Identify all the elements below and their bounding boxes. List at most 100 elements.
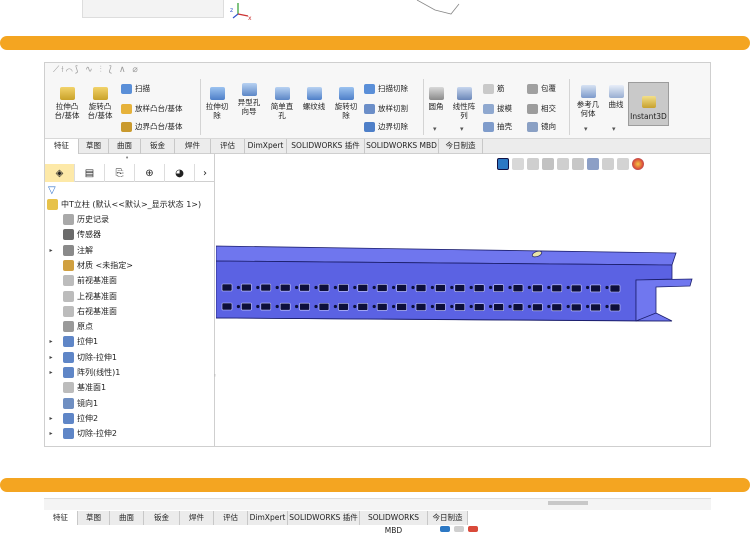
top-plane-icon — [63, 290, 74, 302]
tab-solidworks-addins[interactable]: SOLIDWORKS 插件 — [287, 139, 365, 154]
bottom-zoom-icon[interactable] — [440, 526, 450, 532]
bottom-tab-evaluate[interactable]: 评估 — [214, 511, 248, 525]
tab-sheet-metal[interactable]: 钣金 — [141, 139, 175, 154]
zoom-area-icon[interactable] — [512, 157, 524, 170]
thread-button[interactable]: 螺纹线 — [299, 87, 329, 111]
feature-tree-tab-icon[interactable]: ◈ — [45, 164, 75, 182]
bottom-tab-surfaces[interactable]: 曲面 — [110, 511, 144, 525]
dynamic-annotation-icon[interactable] — [557, 157, 569, 170]
part-hole — [411, 285, 415, 290]
shell-button[interactable]: 抽壳 — [483, 121, 512, 132]
hide-show-items-icon[interactable] — [602, 157, 614, 170]
pattern-dropdown-icon[interactable]: ▾ — [460, 125, 464, 133]
view-orientation-icon[interactable] — [572, 157, 584, 170]
boundary-boss-button[interactable]: 边界凸台/基体 — [121, 121, 183, 132]
curves-button[interactable]: 曲线 — [604, 85, 628, 109]
bottom-tab-features[interactable]: 特征 — [44, 511, 78, 525]
property-manager-tab-icon[interactable]: ▤ — [75, 164, 105, 182]
draft-button[interactable]: 拔模 — [483, 103, 512, 114]
tree-item-sensors[interactable]: 传感器 — [47, 227, 101, 242]
bottom-view-icon[interactable] — [454, 526, 464, 532]
tree-item-material[interactable]: 材质 <未指定> — [47, 258, 133, 273]
instant3d-button[interactable]: Instant3D — [628, 82, 669, 126]
display-style-icon[interactable] — [587, 157, 599, 170]
tree-item-extrude2[interactable]: ▸ 拉伸2 — [47, 411, 98, 426]
filter-icon[interactable]: ▽ — [48, 185, 56, 196]
part-hole — [430, 285, 434, 290]
hole-wizard-button[interactable]: 异型孔 向导 — [232, 83, 266, 116]
tree-item-history[interactable]: 历史记录 — [47, 212, 109, 227]
extrude-cut-button[interactable]: 拉伸切 除 — [202, 87, 232, 120]
tree-item-front-plane[interactable]: 前视基准面 — [47, 273, 117, 288]
fillet-dropdown-icon[interactable]: ▾ — [433, 125, 437, 133]
tab-weldments[interactable]: 焊件 — [175, 139, 211, 154]
expand-tabs-icon[interactable]: › — [195, 164, 215, 182]
bottom-scene-icon[interactable] — [468, 526, 478, 532]
configuration-manager-tab-icon[interactable]: ⎘ — [105, 164, 135, 182]
rib-button[interactable]: 筋 — [483, 83, 505, 94]
wrap-button[interactable]: 包覆 — [527, 83, 556, 94]
expand-arrow-icon[interactable]: ▸ — [47, 365, 55, 380]
expand-arrow-icon[interactable]: ▸ — [47, 411, 55, 426]
expand-arrow-icon[interactable]: ▸ — [47, 243, 55, 258]
section-view-icon[interactable] — [542, 157, 554, 170]
triad-icon: z x — [230, 3, 252, 22]
graphics-area[interactable] — [215, 172, 710, 446]
swept-cut-button[interactable]: 扫描切除 — [364, 83, 408, 94]
zoom-to-fit-icon[interactable] — [497, 157, 509, 170]
tab-manufacturing[interactable]: 今日制造 — [439, 139, 483, 154]
reference-geometry-label: 参考几 何体 — [576, 100, 600, 118]
tree-item-plane1[interactable]: 基准面1 — [47, 380, 106, 395]
expand-arrow-icon[interactable]: ▸ — [47, 426, 55, 441]
previous-view-icon[interactable] — [527, 157, 539, 170]
mirror-button[interactable]: 镜向 — [527, 121, 556, 132]
tree-item-right-plane[interactable]: 右视基准面 — [47, 304, 117, 319]
loft-boss-button[interactable]: 放样凸台/基体 — [121, 103, 183, 114]
part-icon — [47, 199, 58, 210]
linear-pattern-button[interactable]: 线性阵 列 — [449, 87, 479, 120]
bottom-tab-sheet-metal[interactable]: 钣金 — [144, 511, 180, 525]
tree-item-linear-pattern1[interactable]: ▸ 阵列(线性)1 — [47, 365, 120, 380]
sweep-button[interactable]: 扫描 — [121, 83, 150, 94]
tab-evaluate[interactable]: 评估 — [211, 139, 245, 154]
tree-root[interactable]: 中T立柱 (默认<<默认>_显示状态 1>) — [47, 197, 201, 212]
tab-dimxpert[interactable]: DimXpert — [245, 139, 287, 154]
boundary-cut-button[interactable]: 边界切除 — [364, 121, 408, 132]
tree-item-cut-extrude2[interactable]: ▸ 切除-拉伸2 — [47, 426, 117, 441]
expand-arrow-icon[interactable]: ▸ — [47, 350, 55, 365]
display-manager-tab-icon[interactable]: ◕ — [165, 164, 195, 182]
edit-appearance-icon[interactable] — [617, 157, 629, 170]
tab-sketch[interactable]: 草图 — [79, 139, 109, 154]
curves-dropdown-icon[interactable]: ▾ — [612, 125, 616, 133]
expand-arrow-icon[interactable]: ▸ — [47, 334, 55, 349]
revolve-boss-button[interactable]: 旋转凸 台/基体 — [84, 87, 116, 120]
bottom-tab-dimxpert[interactable]: DimXpert — [248, 511, 288, 525]
tree-item-label: 镜向1 — [77, 398, 99, 408]
fillet-button[interactable]: 圆角 — [425, 87, 447, 111]
tab-surfaces[interactable]: 曲面 — [109, 139, 141, 154]
tree-item-cut-extrude1[interactable]: ▸ 切除-拉伸1 — [47, 350, 117, 365]
bottom-tab-sketch[interactable]: 草图 — [78, 511, 110, 525]
panel-grip-icon[interactable]: • — [125, 154, 129, 162]
extrude-boss-button[interactable]: 拉伸凸 台/基体 — [51, 87, 83, 120]
dimxpert-manager-tab-icon[interactable]: ⊕ — [135, 164, 165, 182]
reference-geometry-button[interactable]: 参考几 何体 — [572, 85, 604, 118]
intersect-button[interactable]: 相交 — [527, 103, 556, 114]
scene-icon[interactable] — [632, 157, 644, 170]
bottom-tab-solidworks-mbd[interactable]: SOLIDWORKS MBD — [360, 511, 428, 535]
extrude-cut-label: 拉伸切 除 — [205, 102, 229, 120]
simple-hole-button[interactable]: 简单直 孔 — [266, 87, 298, 120]
tree-item-top-plane[interactable]: 上视基准面 — [47, 289, 117, 304]
reference-dropdown-icon[interactable]: ▾ — [584, 125, 588, 133]
tree-item-extrude1[interactable]: ▸ 拉伸1 — [47, 334, 98, 349]
tab-features[interactable]: 特征 — [45, 139, 79, 154]
tree-item-origin[interactable]: 原点 — [47, 319, 93, 334]
bottom-tab-solidworks-addins[interactable]: SOLIDWORKS 插件 — [288, 511, 360, 525]
bottom-tab-weldments[interactable]: 焊件 — [180, 511, 214, 525]
revolve-cut-button[interactable]: 旋转切 除 — [331, 87, 361, 120]
lofted-cut-button[interactable]: 放样切割 — [364, 103, 408, 114]
tree-item-annotations[interactable]: ▸ 注解 — [47, 243, 93, 258]
bottom-tab-manufacturing[interactable]: 今日制造 — [428, 511, 468, 525]
tab-solidworks-mbd[interactable]: SOLIDWORKS MBD — [365, 139, 439, 154]
tree-item-mirror1[interactable]: 镜向1 — [47, 396, 98, 411]
